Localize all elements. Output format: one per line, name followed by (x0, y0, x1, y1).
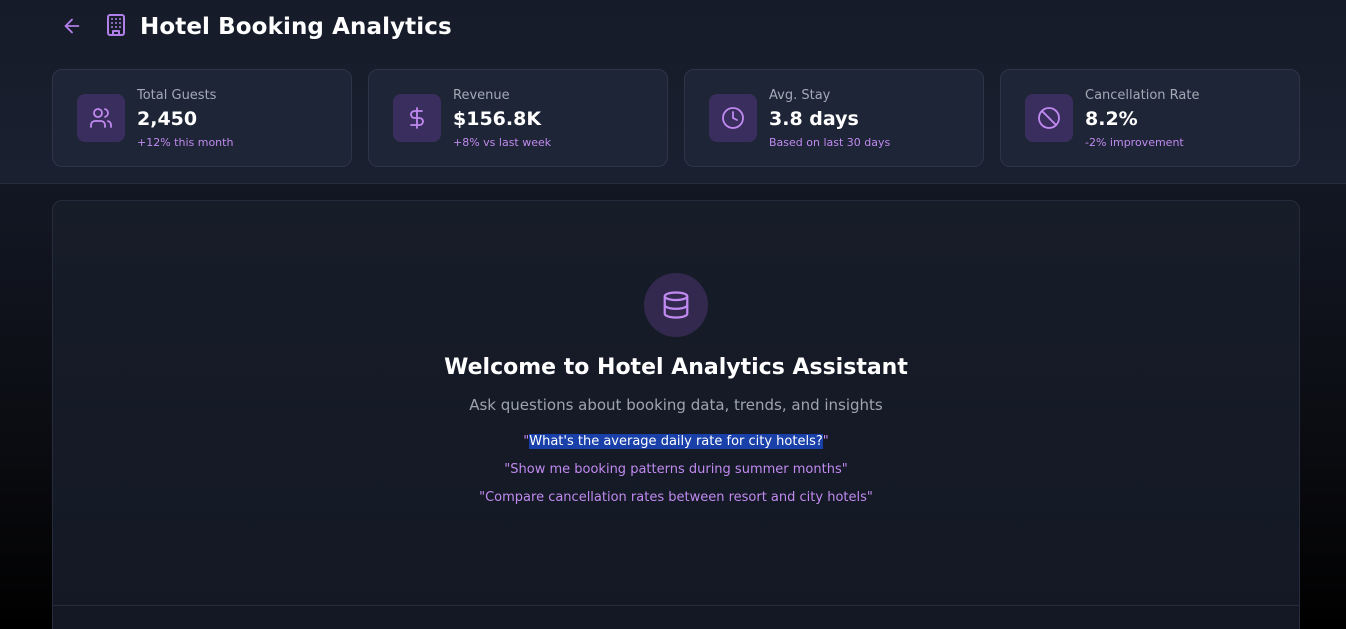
suggestion-text: Show me booking patterns during summer m… (510, 462, 842, 477)
clock-icon (722, 107, 744, 129)
stat-icon-box (393, 94, 441, 142)
stat-card-avg-stay: Avg. Stay 3.8 days Based on last 30 days (684, 69, 984, 167)
stat-value: 2,450 (137, 108, 198, 130)
page-title: Hotel Booking Analytics (140, 14, 452, 40)
back-button[interactable] (60, 14, 84, 38)
database-icon (663, 291, 689, 319)
stat-value: 8.2% (1085, 108, 1138, 130)
stat-subtext: -2% improvement (1085, 136, 1184, 149)
stat-icon-box (77, 94, 125, 142)
stat-card-cancellation-rate: Cancellation Rate 8.2% -2% improvement (1000, 69, 1300, 167)
welcome-title: Welcome to Hotel Analytics Assistant (444, 355, 908, 380)
dollar-icon (410, 107, 424, 129)
stat-icon-box (709, 94, 757, 142)
chat-panel: Welcome to Hotel Analytics Assistant Ask… (52, 200, 1300, 629)
suggestion-text: Compare cancellation rates between resor… (485, 490, 867, 505)
panel-divider (53, 605, 1299, 606)
arrow-left-icon (64, 18, 80, 34)
stat-card-revenue: Revenue $156.8K +8% vs last week (368, 69, 668, 167)
stat-value: 3.8 days (769, 108, 859, 130)
users-icon (90, 108, 112, 128)
suggestion-item[interactable]: "What's the average daily rate for city … (53, 434, 1299, 449)
stat-subtext: +8% vs last week (453, 136, 552, 149)
building-icon (107, 14, 125, 36)
stat-card-total-guests: Total Guests 2,450 +12% this month (52, 69, 352, 167)
header-bar: Hotel Booking Analytics Total Guests 2,4… (0, 0, 1346, 184)
stat-icon-box (1025, 94, 1073, 142)
stat-subtext: Based on last 30 days (769, 136, 891, 149)
welcome-subtitle: Ask questions about booking data, trends… (469, 396, 883, 414)
suggestion-item[interactable]: "Compare cancellation rates between reso… (53, 490, 1299, 505)
stat-label: Avg. Stay (769, 88, 831, 103)
ban-icon (1038, 107, 1060, 129)
stat-label: Revenue (453, 88, 510, 103)
stat-subtext: +12% this month (137, 136, 234, 149)
stat-label: Total Guests (137, 88, 217, 103)
database-icon-circle (644, 273, 708, 337)
stat-label: Cancellation Rate (1085, 88, 1200, 103)
suggestion-text: What's the average daily rate for city h… (529, 434, 823, 449)
stat-value: $156.8K (453, 108, 542, 130)
suggestion-item[interactable]: "Show me booking patterns during summer … (53, 462, 1299, 477)
